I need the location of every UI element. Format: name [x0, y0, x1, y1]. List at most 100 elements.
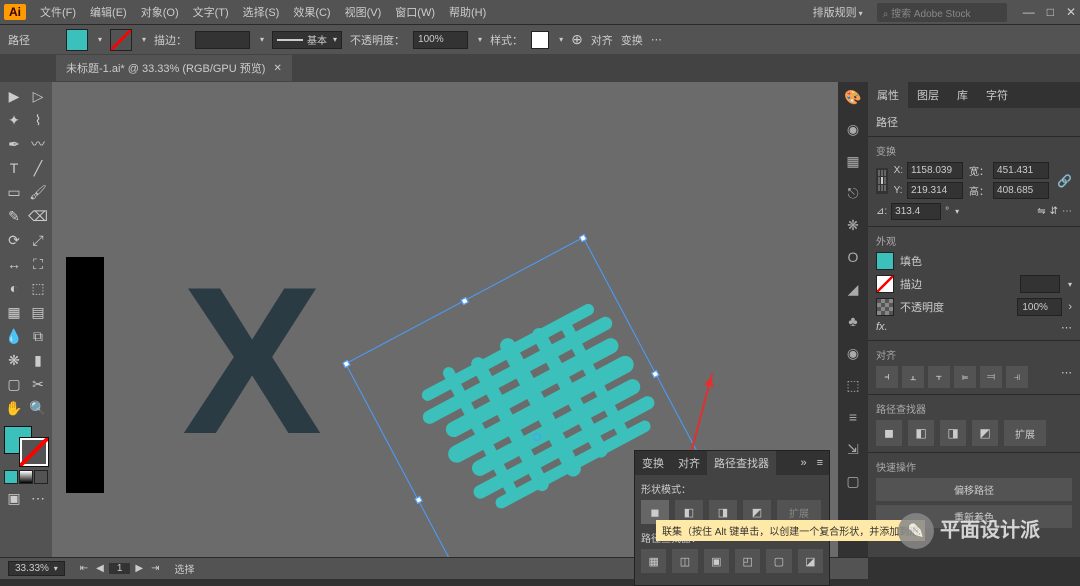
- pf-intersect[interactable]: ◨: [940, 420, 966, 446]
- menu-file[interactable]: 文件(F): [34, 1, 82, 23]
- opacity-mini-input[interactable]: [1017, 298, 1062, 316]
- menu-help[interactable]: 帮助(H): [443, 1, 492, 23]
- align-more-icon[interactable]: ⋯: [1061, 366, 1072, 388]
- width-tool[interactable]: ↔: [2, 252, 26, 276]
- eraser-tool[interactable]: ⌫: [26, 204, 50, 228]
- free-transform-tool[interactable]: ⛶: [26, 252, 50, 276]
- gradient-tool[interactable]: ▤: [26, 300, 50, 324]
- flip-h-icon[interactable]: ⇋: [1037, 206, 1045, 217]
- transparency-icon[interactable]: ♣: [844, 312, 862, 330]
- more-options-icon[interactable]: ⋯: [1062, 206, 1072, 217]
- tab-character[interactable]: 字符: [977, 82, 1017, 108]
- float-tab-align[interactable]: 对齐: [671, 451, 707, 475]
- magic-wand-tool[interactable]: ✦: [2, 108, 26, 132]
- pf-exclude[interactable]: ◩: [972, 420, 998, 446]
- color-mode-normal[interactable]: [4, 470, 18, 484]
- rotate-tool[interactable]: ⟳: [2, 228, 26, 252]
- hand-tool[interactable]: ✋: [2, 396, 26, 420]
- stroke-swatch[interactable]: [110, 29, 132, 51]
- perspective-tool[interactable]: ⬚: [26, 276, 50, 300]
- close-button[interactable]: ✕: [1066, 5, 1076, 19]
- align-hcenter[interactable]: ⫠: [902, 366, 924, 388]
- color-picker[interactable]: [2, 424, 50, 468]
- w-input[interactable]: [993, 162, 1049, 179]
- align-vcenter[interactable]: ⫤: [980, 366, 1002, 388]
- swatches-icon[interactable]: ▦: [844, 152, 862, 170]
- tab-close-icon[interactable]: ✕: [273, 63, 281, 74]
- asset-export-icon[interactable]: ⇲: [844, 440, 862, 458]
- brushes-icon[interactable]: ⎋: [844, 184, 862, 202]
- pf-minus-front[interactable]: ◧: [908, 420, 934, 446]
- scale-tool[interactable]: ⤢: [26, 228, 50, 252]
- float-collapse-icon[interactable]: »: [796, 457, 810, 469]
- menu-window[interactable]: 窗口(W): [389, 1, 441, 23]
- stroke-color[interactable]: [20, 438, 48, 466]
- stroke-w-mini-input[interactable]: [1020, 275, 1060, 293]
- tab-properties[interactable]: 属性: [868, 82, 908, 108]
- color-guide-icon[interactable]: ◉: [844, 120, 862, 138]
- color-panel-icon[interactable]: 🎨: [844, 88, 862, 106]
- color-mode-gradient[interactable]: [19, 470, 33, 484]
- mesh-tool[interactable]: ▦: [2, 300, 26, 324]
- line-tool[interactable]: ╱: [26, 156, 50, 180]
- appearance-more-icon[interactable]: ⋯: [1061, 321, 1072, 334]
- color-mode-none[interactable]: [34, 470, 48, 484]
- stroke-panel-icon[interactable]: O: [844, 248, 862, 266]
- symbol-tool[interactable]: ❋: [2, 348, 26, 372]
- fill-dropdown-icon[interactable]: ▾: [98, 35, 102, 44]
- blend-tool[interactable]: ⧉: [26, 324, 50, 348]
- y-input[interactable]: [907, 182, 963, 199]
- pf-expand[interactable]: 扩展: [1004, 420, 1046, 446]
- rectangle-tool[interactable]: ▭: [2, 180, 26, 204]
- floating-pathfinder-panel[interactable]: 变换 对齐 路径查找器 » ≡ 形状模式： ◼ ◧ ◨ ◩ 扩展 路径查找器： …: [634, 450, 830, 586]
- offset-path-button[interactable]: 偏移路径: [876, 478, 1072, 501]
- merge-button[interactable]: ▣: [704, 549, 729, 573]
- minimize-button[interactable]: —: [1023, 5, 1035, 19]
- tab-libraries[interactable]: 库: [948, 82, 977, 108]
- align-bottom[interactable]: ⫣: [1006, 366, 1028, 388]
- menu-text[interactable]: 文字(T): [187, 1, 235, 23]
- graphic-styles-icon[interactable]: ⬚: [844, 376, 862, 394]
- edit-toolbar[interactable]: ⋯: [26, 486, 50, 510]
- pen-tool[interactable]: ✒: [2, 132, 26, 156]
- stroke-mini-swatch[interactable]: [876, 275, 894, 293]
- minus-back-button[interactable]: ◪: [798, 549, 823, 573]
- layout-rules-dropdown[interactable]: 排版规则▾: [807, 1, 869, 23]
- divide-button[interactable]: ▦: [641, 549, 666, 573]
- crop-button[interactable]: ◰: [735, 549, 760, 573]
- brush-tool[interactable]: 🖌: [26, 180, 50, 204]
- trim-button[interactable]: ◫: [672, 549, 697, 573]
- curvature-tool[interactable]: 〰: [26, 132, 50, 156]
- align-top[interactable]: ⫢: [954, 366, 976, 388]
- doc-setup-icon[interactable]: ⊕: [571, 31, 583, 48]
- stroke-dropdown-icon[interactable]: ▾: [142, 35, 146, 44]
- graph-tool[interactable]: ▮: [26, 348, 50, 372]
- menu-object[interactable]: 对象(O): [135, 1, 185, 23]
- appearance-icon[interactable]: ◉: [844, 344, 862, 362]
- gradient-panel-icon[interactable]: ◢: [844, 280, 862, 298]
- eyedropper-tool[interactable]: 💧: [2, 324, 26, 348]
- reference-point[interactable]: [876, 168, 888, 194]
- h-input[interactable]: [993, 182, 1049, 199]
- align-right[interactable]: ⫟: [928, 366, 950, 388]
- selection-tool[interactable]: ▶: [2, 84, 26, 108]
- menu-effect[interactable]: 效果(C): [287, 1, 336, 23]
- align-link[interactable]: 对齐: [591, 32, 613, 48]
- screen-mode[interactable]: ▣: [2, 486, 26, 510]
- pf-unite[interactable]: ◼: [876, 420, 902, 446]
- transform-icon[interactable]: ⋯: [651, 33, 662, 46]
- document-tab[interactable]: 未标题-1.ai* @ 33.33% (RGB/GPU 预览) ✕: [56, 55, 292, 81]
- menu-view[interactable]: 视图(V): [339, 1, 388, 23]
- style-swatch[interactable]: [531, 31, 549, 49]
- rotate-input[interactable]: [891, 203, 941, 220]
- prev-artboard-icon[interactable]: ◀: [93, 563, 107, 574]
- outline-button[interactable]: ▢: [766, 549, 791, 573]
- slice-tool[interactable]: ✂: [26, 372, 50, 396]
- maximize-button[interactable]: □: [1047, 5, 1054, 19]
- first-artboard-icon[interactable]: ⇤: [77, 563, 91, 574]
- menu-select[interactable]: 选择(S): [237, 1, 286, 23]
- flip-v-icon[interactable]: ⇵: [1050, 206, 1058, 217]
- transform-link[interactable]: 变换: [621, 32, 643, 48]
- next-artboard-icon[interactable]: ▶: [132, 563, 146, 574]
- x-input[interactable]: [907, 162, 963, 179]
